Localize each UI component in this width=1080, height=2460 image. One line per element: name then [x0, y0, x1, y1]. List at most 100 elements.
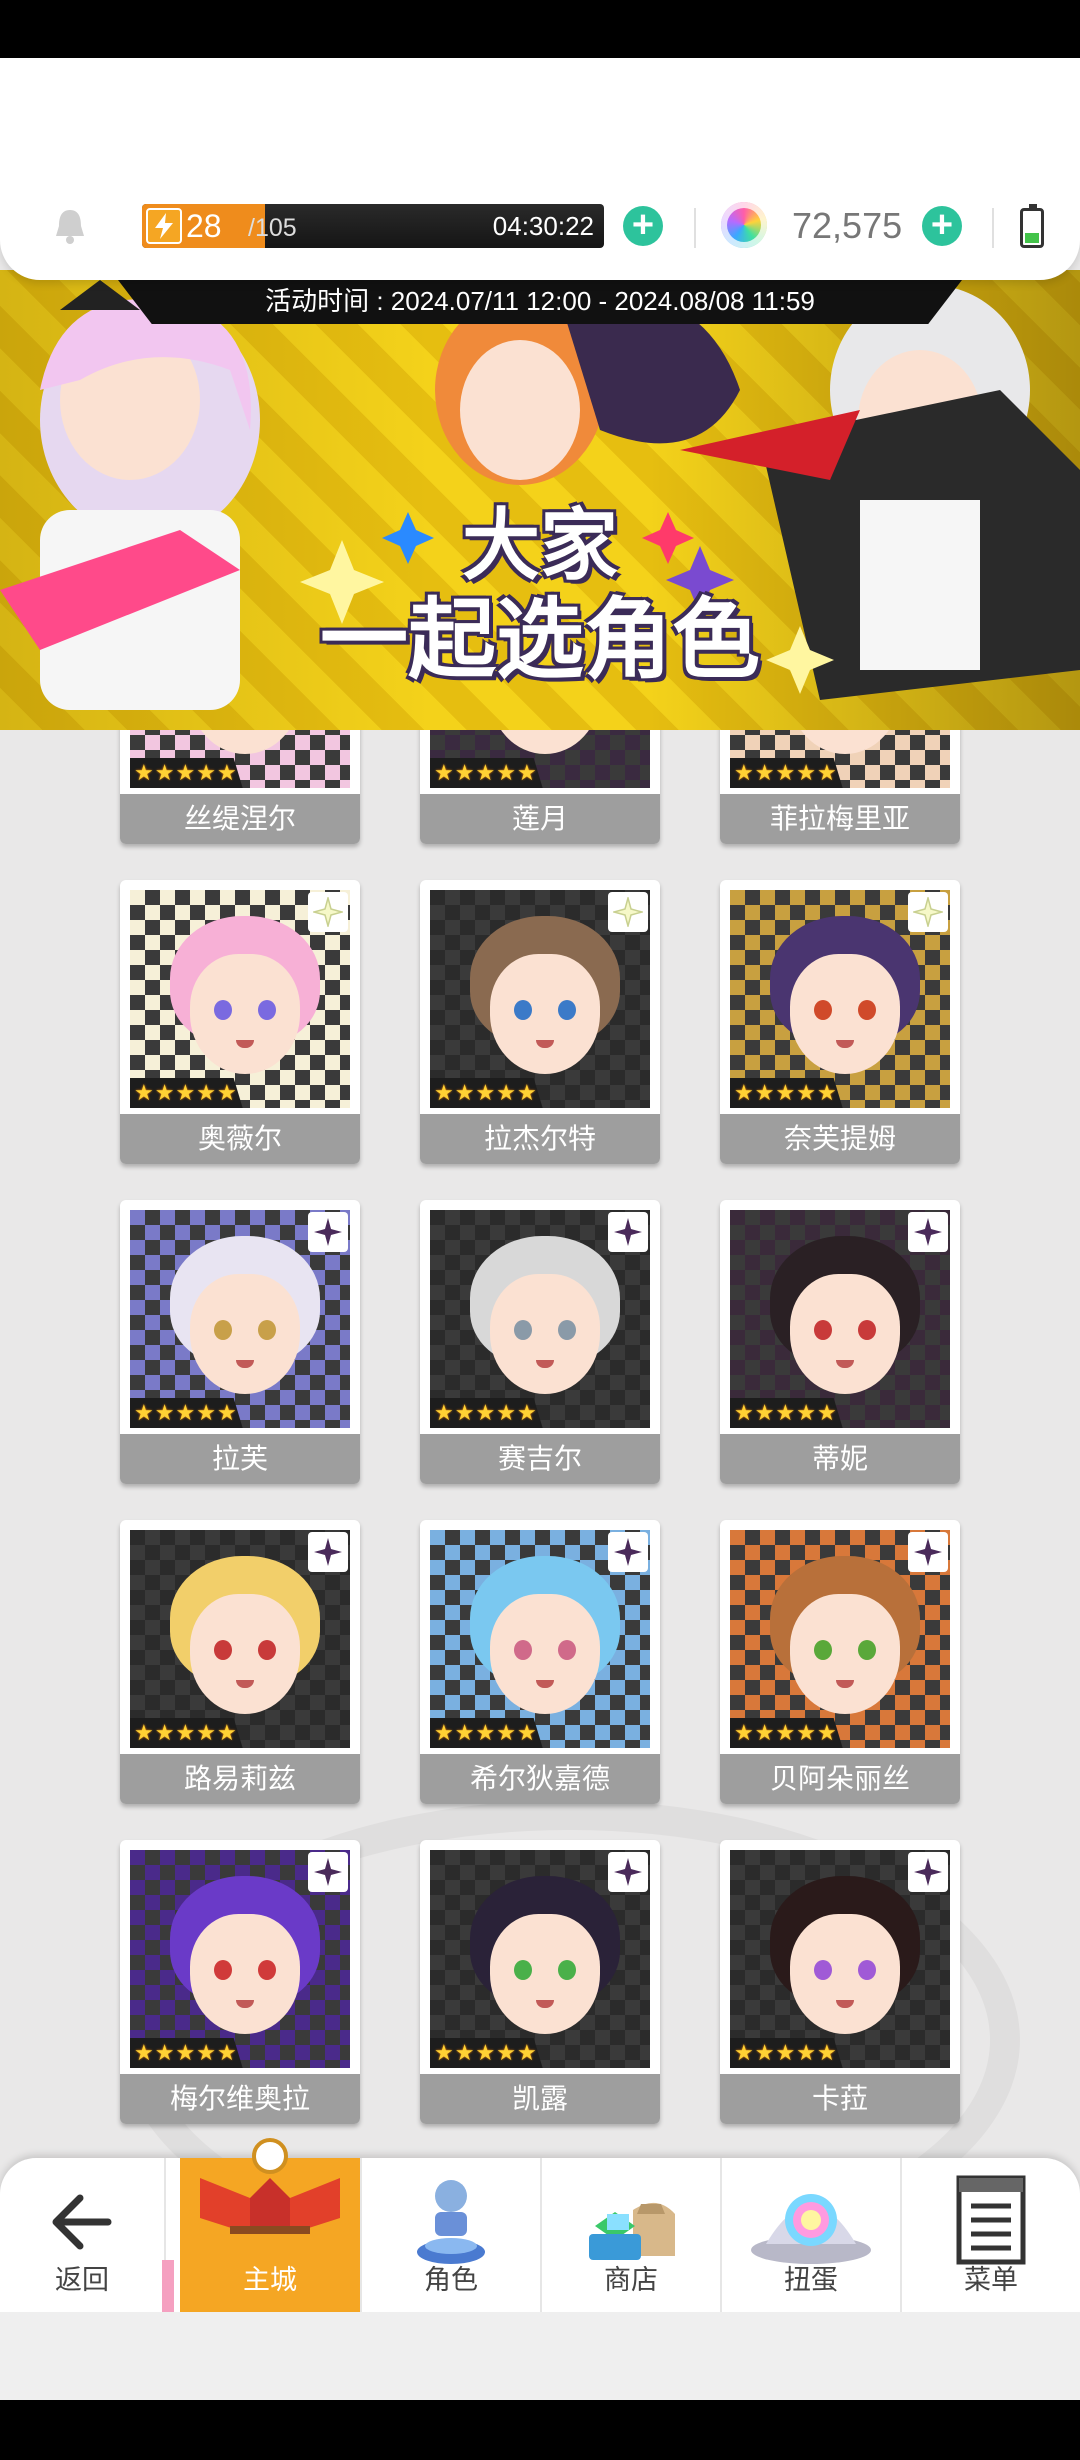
character-card[interactable]: ★ ★ ★ ★ ★ 卡菈 — [720, 1840, 960, 2124]
character-card[interactable]: ★ ★ ★ ★ ★ 蒂妮 — [720, 1200, 960, 1484]
star-icon: ★ — [196, 760, 216, 785]
star-icon: ★ — [754, 760, 775, 785]
sparkle-icon — [308, 892, 348, 932]
star-rating: ★ ★ ★ ★ ★ — [430, 758, 543, 788]
event-time-bar: 活动时间 : 2024.07/11 12:00 - 2024.08/08 11:… — [118, 280, 962, 324]
star-icon: ★ — [796, 1400, 816, 1425]
sparkle-icon — [608, 1852, 648, 1892]
star-icon: ★ — [754, 1400, 775, 1425]
divider — [694, 208, 696, 248]
character-name: 菲拉梅里亚 — [720, 794, 960, 844]
star-icon: ★ — [796, 1080, 816, 1105]
nav-accent — [162, 2260, 174, 2312]
star-icon: ★ — [175, 1400, 196, 1425]
gem-count: 72,575 — [792, 205, 903, 246]
character-card[interactable]: ★ ★ ★ ★ ★ 凯露 — [420, 1840, 660, 2124]
star-icon: ★ — [816, 1080, 837, 1105]
star-icon: ★ — [816, 760, 837, 785]
star-icon: ★ — [434, 1720, 454, 1745]
bell-icon[interactable] — [52, 206, 88, 246]
star-icon: ★ — [454, 1080, 475, 1105]
star-icon: ★ — [775, 2040, 796, 2065]
star-icon: ★ — [775, 1080, 796, 1105]
star-icon: ★ — [496, 760, 516, 785]
add-stamina-button[interactable]: + — [623, 206, 663, 246]
star-icon: ★ — [454, 760, 475, 785]
star-rating: ★ ★ ★ ★ ★ — [730, 758, 843, 788]
sparkle-icon — [608, 892, 648, 932]
character-name: 奥薇尔 — [120, 1114, 360, 1164]
star-icon: ★ — [216, 2040, 237, 2065]
character-card[interactable]: ★ ★ ★ ★ ★ 拉芙 — [120, 1200, 360, 1484]
shop-icon — [589, 2202, 675, 2260]
character-name: 奈芙提姆 — [720, 1114, 960, 1164]
star-icon: ★ — [754, 2040, 775, 2065]
character-card[interactable]: ★ ★ ★ ★ ★ 赛吉尔 — [420, 1200, 660, 1484]
banner-title: 大家 一起选角色 — [300, 500, 780, 690]
back-arrow-icon — [52, 2194, 112, 2250]
star-icon: ★ — [175, 1720, 196, 1745]
character-card[interactable]: ★ ★ ★ ★ ★ 奈芙提姆 — [720, 880, 960, 1164]
nav-shop-label: 商店 — [604, 2265, 658, 2295]
star-rating: ★ ★ ★ ★ ★ — [730, 1078, 843, 1108]
character-card[interactable]: ★ ★ ★ ★ ★ 梅尔维奥拉 — [120, 1840, 360, 2124]
sparkle-icon — [608, 1212, 648, 1252]
star-rating: ★ ★ ★ ★ ★ — [730, 1718, 843, 1748]
stamina-current: 28 — [186, 208, 222, 244]
character-name: 赛吉尔 — [420, 1434, 660, 1484]
star-icon: ★ — [434, 1080, 454, 1105]
star-rating: ★ ★ ★ ★ ★ — [430, 1398, 543, 1428]
star-icon: ★ — [816, 2040, 837, 2065]
star-icon: ★ — [734, 1080, 754, 1105]
character-name: 蒂妮 — [720, 1434, 960, 1484]
character-card[interactable]: ★ ★ ★ ★ ★ 奥薇尔 — [120, 880, 360, 1164]
star-rating: ★ ★ ★ ★ ★ — [130, 1398, 243, 1428]
star-icon: ★ — [734, 760, 754, 785]
star-icon: ★ — [134, 2040, 154, 2065]
sparkle-icon — [908, 1212, 948, 1252]
nav-back[interactable]: 返回 — [0, 2158, 166, 2312]
star-rating: ★ ★ ★ ★ ★ — [430, 1718, 543, 1748]
star-icon: ★ — [516, 2040, 537, 2065]
character-name: 莲月 — [420, 794, 660, 844]
star-icon: ★ — [196, 1400, 216, 1425]
star-icon: ★ — [154, 2040, 175, 2065]
star-icon: ★ — [816, 1400, 837, 1425]
star-rating: ★ ★ ★ ★ ★ — [130, 1718, 243, 1748]
star-rating: ★ ★ ★ ★ ★ — [130, 1078, 243, 1108]
star-icon: ★ — [216, 1720, 237, 1745]
star-icon: ★ — [475, 1080, 496, 1105]
star-icon: ★ — [154, 1080, 175, 1105]
star-icon: ★ — [196, 1080, 216, 1105]
star-icon: ★ — [796, 1720, 816, 1745]
character-card[interactable]: ★ ★ ★ ★ ★ 拉杰尔特 — [420, 880, 660, 1164]
star-icon: ★ — [734, 1400, 754, 1425]
star-icon: ★ — [196, 2040, 216, 2065]
star-icon: ★ — [796, 760, 816, 785]
sparkle-icon — [908, 1532, 948, 1572]
nav-gacha[interactable]: 扭蛋 — [722, 2158, 902, 2312]
event-time-text: 活动时间 : 2024.07/11 12:00 - 2024.08/08 11:… — [265, 286, 815, 316]
star-icon: ★ — [154, 760, 175, 785]
nav-characters[interactable]: 角色 — [362, 2158, 542, 2312]
character-card[interactable]: ★ ★ ★ ★ ★ 希尔狄嘉德 — [420, 1520, 660, 1804]
nav-menu[interactable]: 菜单 — [902, 2158, 1080, 2312]
event-banner[interactable]: 活动时间 : 2024.07/11 12:00 - 2024.08/08 11:… — [0, 270, 1080, 730]
add-gems-button[interactable]: + — [922, 206, 962, 246]
nav-main-city[interactable]: 主城 — [180, 2138, 362, 2312]
character-card[interactable]: ★ ★ ★ ★ ★ 贝阿朵丽丝 — [720, 1520, 960, 1804]
character-card[interactable]: ★ ★ ★ ★ ★ 路易莉兹 — [120, 1520, 360, 1804]
sparkle-icon — [308, 1852, 348, 1892]
star-icon: ★ — [775, 1720, 796, 1745]
star-icon: ★ — [496, 2040, 516, 2065]
star-icon: ★ — [434, 760, 454, 785]
star-rating: ★ ★ ★ ★ ★ — [730, 1398, 843, 1428]
sparkle-icon — [908, 1852, 948, 1892]
divider — [992, 208, 994, 248]
character-name: 拉杰尔特 — [420, 1114, 660, 1164]
star-icon: ★ — [796, 2040, 816, 2065]
nav-shop[interactable]: 商店 — [542, 2158, 722, 2312]
nav-characters-label: 角色 — [424, 2265, 478, 2295]
star-icon: ★ — [475, 760, 496, 785]
star-icon: ★ — [816, 1720, 837, 1745]
